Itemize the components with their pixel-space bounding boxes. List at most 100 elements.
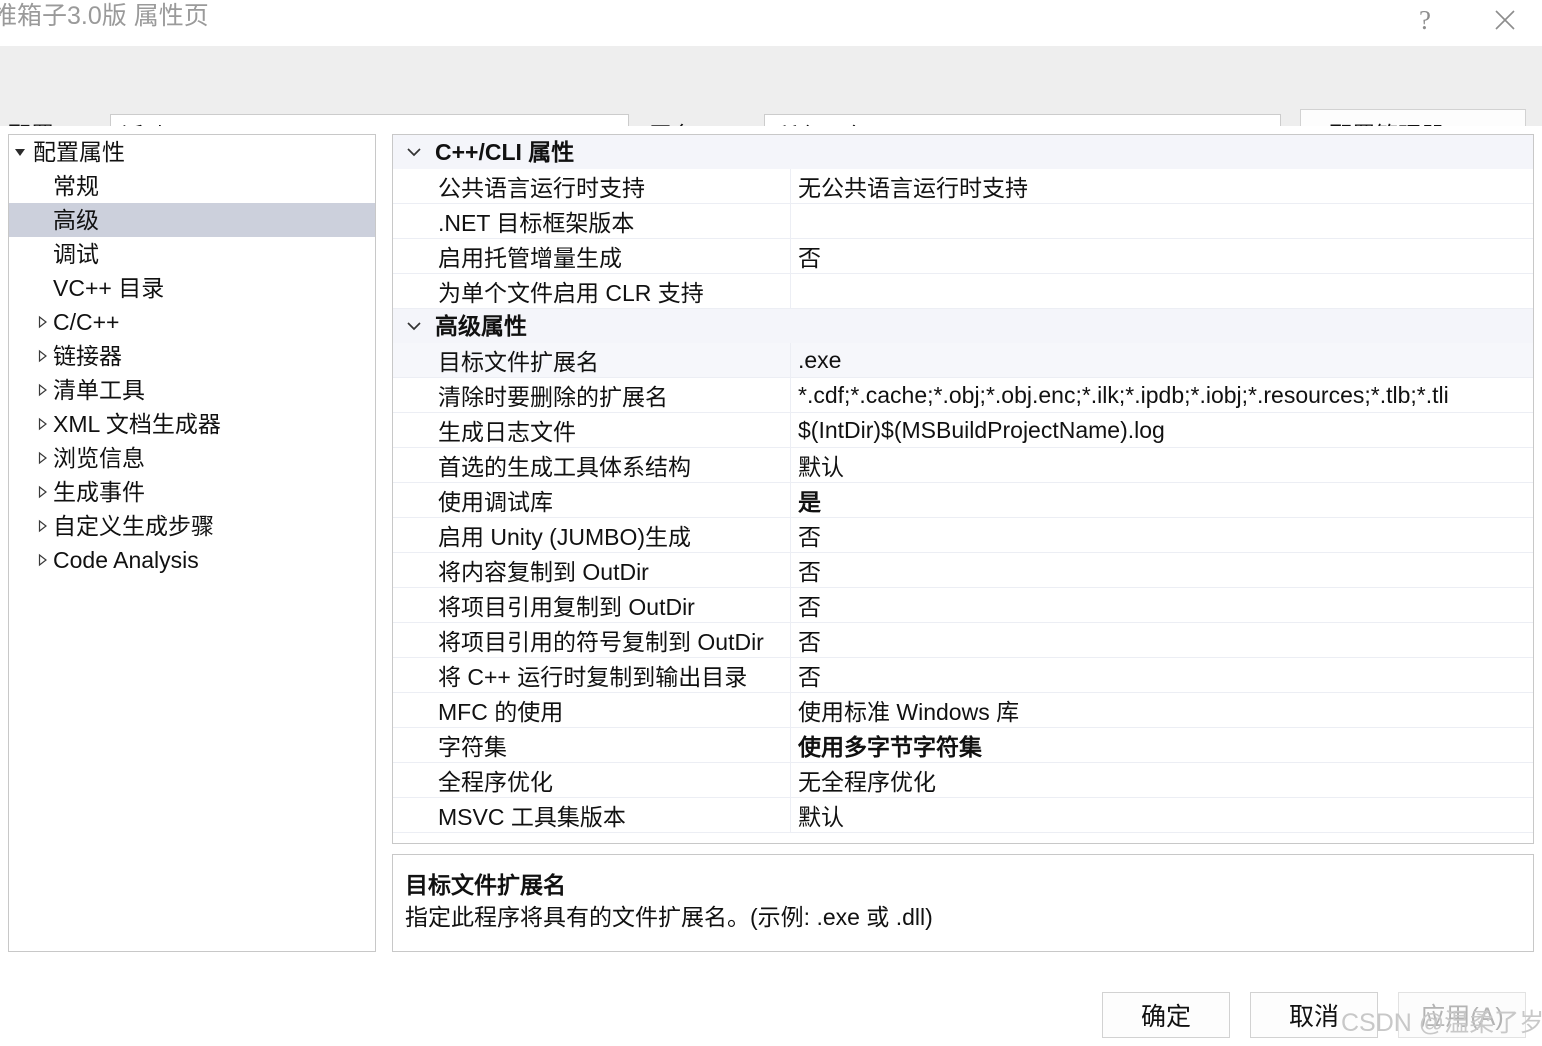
category-title: C++/CLI 属性 (435, 139, 575, 165)
property-row[interactable]: 将内容复制到 OutDir 否 (393, 553, 1533, 588)
sidebar-item-5[interactable]: C/C++ (9, 305, 375, 339)
property-value[interactable]: 否 (791, 658, 1533, 692)
property-value[interactable]: 否 (791, 588, 1533, 622)
property-name: 公共语言运行时支持 (393, 169, 791, 203)
property-row[interactable]: 将 C++ 运行时复制到输出目录否 (393, 658, 1533, 693)
property-value[interactable]: $(IntDir)$(MSBuildProjectName).log (791, 413, 1533, 447)
sidebar-item-7[interactable]: 清单工具 (9, 373, 375, 407)
sidebar-item-label: 配置属性 (33, 139, 125, 165)
property-value[interactable] (791, 274, 1533, 308)
dialog-footer: 确定 取消 应用(A) (0, 976, 1542, 1046)
sidebar-item-label: 调试 (53, 241, 99, 267)
sidebar-item-label: Code Analysis (53, 547, 199, 573)
sidebar-item-3[interactable]: 调试 (9, 237, 375, 271)
triangle-right-icon (31, 383, 53, 397)
property-name: MFC 的使用 (393, 693, 791, 727)
triangle-right-icon (31, 519, 53, 533)
property-name: 字符集 (393, 728, 791, 762)
property-value[interactable]: 使用标准 Windows 库 (791, 693, 1533, 727)
property-row[interactable]: 使用调试库是 (393, 483, 1533, 518)
property-name: 启用托管增量生成 (393, 239, 791, 273)
sidebar-item-9[interactable]: 浏览信息 (9, 441, 375, 475)
category-header[interactable]: 高级属性 (393, 309, 1533, 343)
property-name: 全程序优化 (393, 763, 791, 797)
triangle-down-icon (9, 145, 31, 159)
property-row[interactable]: .NET 目标框架版本 (393, 204, 1533, 239)
property-row[interactable]: 公共语言运行时支持 无公共语言运行时支持 (393, 169, 1533, 204)
sidebar-item-0[interactable]: 配置属性 (9, 135, 375, 169)
property-row[interactable]: 首选的生成工具体系结构 默认 (393, 448, 1533, 483)
property-name: 将内容复制到 OutDir (393, 553, 791, 587)
cancel-button[interactable]: 取消 (1250, 992, 1378, 1038)
property-value[interactable]: 否 (791, 518, 1533, 552)
property-name: 首选的生成工具体系结构 (393, 448, 791, 482)
title-bar: 推箱子3.0版 属性页 ? (0, 0, 1542, 46)
property-name: MSVC 工具集版本 (393, 798, 791, 832)
sidebar-item-label: 高级 (53, 207, 99, 233)
property-row[interactable]: MFC 的使用 使用标准 Windows 库 (393, 693, 1533, 728)
property-name: 启用 Unity (JUMBO)生成 (393, 518, 791, 552)
close-button[interactable] (1476, 0, 1534, 40)
property-row[interactable]: 将项目引用复制到 OutDir 否 (393, 588, 1533, 623)
property-row[interactable]: 目标文件扩展名 .exe (393, 343, 1533, 378)
property-tree-sidebar[interactable]: 配置属性常规高级调试 VC++ 目录 C/C++ 链接器清单工具 XML 文档生成器浏览… (8, 134, 376, 952)
triangle-right-icon (31, 553, 53, 567)
property-name: 为单个文件启用 CLR 支持 (393, 274, 791, 308)
sidebar-item-label: 常规 (53, 173, 99, 199)
property-value[interactable]: 否 (791, 623, 1533, 657)
description-panel: 目标文件扩展名 指定此程序将具有的文件扩展名。(示例: .exe 或 .dll) (392, 854, 1534, 952)
property-name: 清除时要删除的扩展名 (393, 378, 791, 412)
sidebar-item-2[interactable]: 高级 (9, 203, 375, 237)
property-value[interactable]: 是 (791, 483, 1533, 517)
ok-button[interactable]: 确定 (1102, 992, 1230, 1038)
help-button[interactable]: ? (1396, 0, 1454, 40)
property-value[interactable]: 默认 (791, 798, 1533, 832)
property-value[interactable]: 默认 (791, 448, 1533, 482)
triangle-right-icon (31, 349, 53, 363)
property-row[interactable]: 生成日志文件 $(IntDir)$(MSBuildProjectName).log (393, 413, 1533, 448)
sidebar-item-4[interactable]: VC++ 目录 (9, 271, 375, 305)
property-value[interactable]: 无公共语言运行时支持 (791, 169, 1533, 203)
property-name: 将 C++ 运行时复制到输出目录 (393, 658, 791, 692)
close-icon (1495, 10, 1515, 30)
chevron-down-icon (393, 320, 435, 332)
property-row[interactable]: 清除时要删除的扩展名 *.cdf;*.cache;*.obj;*.obj.enc;… (393, 378, 1533, 413)
sidebar-item-label: 链接器 (53, 343, 122, 369)
property-row[interactable]: 全程序优化 无全程序优化 (393, 763, 1533, 798)
triangle-right-icon (31, 451, 53, 465)
sidebar-item-8[interactable]: XML 文档生成器 (9, 407, 375, 441)
property-value[interactable]: .exe (791, 343, 1533, 377)
property-row[interactable]: MSVC 工具集版本 默认 (393, 798, 1533, 833)
property-name: 将项目引用复制到 OutDir (393, 588, 791, 622)
property-value[interactable]: 否 (791, 239, 1533, 273)
property-grid[interactable]: C++/CLI 属性公共语言运行时支持 无公共语言运行时支持 .NET 目标框架版本… (392, 134, 1534, 844)
property-value[interactable]: 使用多字节字符集 (791, 728, 1533, 762)
property-value[interactable] (791, 204, 1533, 238)
description-title: 目标文件扩展名 (405, 872, 566, 898)
sidebar-item-label: C/C++ (53, 309, 120, 335)
chevron-down-icon (393, 146, 435, 158)
property-name: 将项目引用的符号复制到 OutDir (393, 623, 791, 657)
triangle-right-icon (31, 417, 53, 431)
sidebar-item-10[interactable]: 生成事件 (9, 475, 375, 509)
property-row[interactable]: 字符集 使用多字节字符集 (393, 728, 1533, 763)
sidebar-item-12[interactable]: Code Analysis (9, 543, 375, 577)
property-value[interactable]: *.cdf;*.cache;*.obj;*.obj.enc;*.ilk;*.ip… (791, 378, 1533, 412)
sidebar-item-6[interactable]: 链接器 (9, 339, 375, 373)
property-row[interactable]: 启用 Unity (JUMBO)生成否 (393, 518, 1533, 553)
property-name: .NET 目标框架版本 (393, 204, 791, 238)
category-header[interactable]: C++/CLI 属性 (393, 135, 1533, 169)
sidebar-item-label: 清单工具 (53, 377, 145, 403)
sidebar-item-11[interactable]: 自定义生成步骤 (9, 509, 375, 543)
main-content: 配置属性常规高级调试 VC++ 目录 C/C++ 链接器清单工具 XML 文档生成器浏览… (0, 126, 1542, 976)
property-row[interactable]: 为单个文件启用 CLR 支持 (393, 274, 1533, 309)
description-text: 指定此程序将具有的文件扩展名。(示例: .exe 或 .dll) (405, 904, 933, 930)
sidebar-item-1[interactable]: 常规 (9, 169, 375, 203)
property-value[interactable]: 否 (791, 553, 1533, 587)
property-row[interactable]: 将项目引用的符号复制到 OutDir 否 (393, 623, 1533, 658)
property-value[interactable]: 无全程序优化 (791, 763, 1533, 797)
sidebar-item-label: VC++ 目录 (53, 275, 165, 301)
triangle-right-icon (31, 485, 53, 499)
sidebar-item-label: XML 文档生成器 (53, 411, 221, 437)
property-row[interactable]: 启用托管增量生成否 (393, 239, 1533, 274)
